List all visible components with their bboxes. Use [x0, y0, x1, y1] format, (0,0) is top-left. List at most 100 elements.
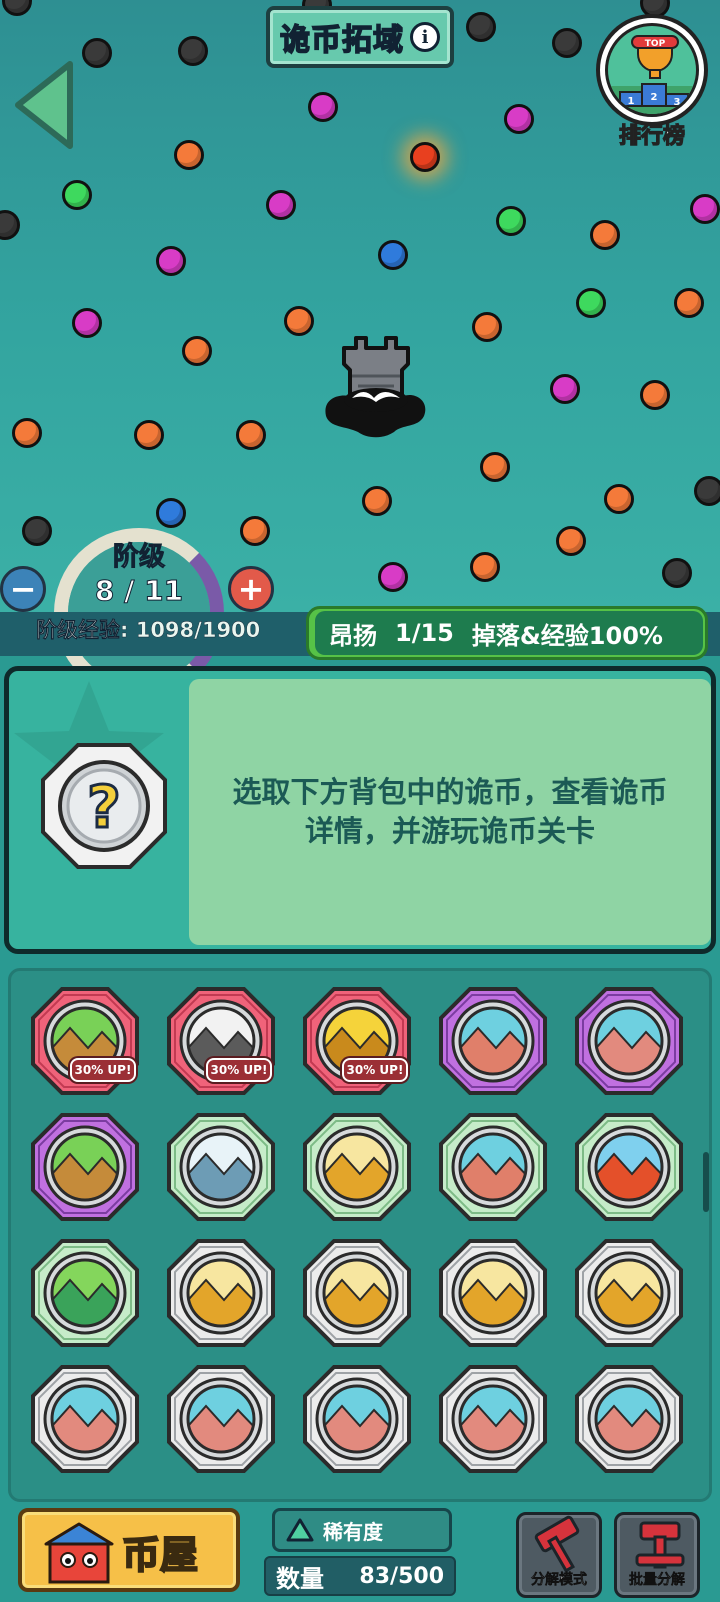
- coin-slot-pyramids[interactable]: [302, 1238, 412, 1348]
- coin-dot: [472, 312, 502, 342]
- info-icon[interactable]: i: [410, 22, 440, 52]
- coin-dot: [590, 220, 620, 250]
- coin-dot: [2, 0, 32, 16]
- glowing-coin-dot: [410, 142, 440, 172]
- coin-slot-wall-ruins[interactable]: [438, 1364, 548, 1474]
- wall-ruins-icon: [303, 1365, 411, 1473]
- coin-dot: [552, 28, 582, 58]
- coin-detail-panel: ? 选取下方背包中的诡币，查看诡币详情，并游玩诡币关卡: [4, 666, 716, 954]
- status-bonus: 掉落&经验100%: [471, 621, 663, 650]
- coin-slot-harvester[interactable]: [30, 1238, 140, 1348]
- castle-tower-icon: [439, 987, 547, 1095]
- leaderboard-label: 排行榜: [618, 123, 685, 149]
- coin-dot: [662, 558, 692, 588]
- pyramids-icon: [575, 1239, 683, 1347]
- quantity-value: 83/500: [359, 1563, 444, 1589]
- coin-dot: [378, 562, 408, 592]
- coin-dot: [156, 246, 186, 276]
- coin-dot: [640, 380, 670, 410]
- leaderboard-button[interactable]: TOP 1 2 3 排行榜: [592, 14, 712, 150]
- coin-dot: [240, 516, 270, 546]
- coin-dot: [174, 140, 204, 170]
- coin-dot: [504, 104, 534, 134]
- coin-slot-snow-mountain[interactable]: [166, 1112, 276, 1222]
- coin-dot: [480, 452, 510, 482]
- inventory-scrollbar[interactable]: [703, 1152, 709, 1212]
- stage-increase-button[interactable]: +: [228, 566, 274, 612]
- coin-house-button[interactable]: 币屋: [18, 1508, 240, 1592]
- coin-slot-pyramids[interactable]: [302, 1112, 412, 1222]
- coin-dot: [156, 498, 186, 528]
- coin-slot-castle-tower[interactable]: [438, 1112, 548, 1222]
- volcano-icon: [575, 1113, 683, 1221]
- coin-dot: [466, 12, 496, 42]
- stage-experience: 阶级经验: 1098/1900: [36, 618, 261, 642]
- castle-tower-icon: [439, 1113, 547, 1221]
- decompose-mode-button[interactable]: 分解模式: [516, 1512, 602, 1598]
- coin-dot: [378, 240, 408, 270]
- coin-slot-wall-ruins[interactable]: [574, 1364, 684, 1474]
- svg-text:2: 2: [651, 92, 658, 103]
- pyramids-icon: [303, 1113, 411, 1221]
- page-title: 诡币拓域: [279, 22, 404, 59]
- coin-slot-wall-ruins[interactable]: [574, 986, 684, 1096]
- coin-house-label: 币屋: [121, 1532, 199, 1578]
- stage-value: 8 / 11: [94, 574, 184, 608]
- coin-dot: [556, 526, 586, 556]
- coin-slot-wall-ruins[interactable]: [30, 1364, 140, 1474]
- svg-text:3: 3: [674, 97, 681, 108]
- status-progress: 1/15: [395, 619, 454, 647]
- coin-dot: [266, 190, 296, 220]
- coin-dot: [134, 420, 164, 450]
- coin-slot-temple-gold[interactable]: 30% UP!: [302, 986, 412, 1096]
- coin-dot: [62, 180, 92, 210]
- leaderboard-frame: TOP 1 2 3: [596, 14, 708, 126]
- coin-slot-wall-ruins[interactable]: [302, 1364, 412, 1474]
- status-pill: 昂扬 1/15 掉落&经验100%: [306, 606, 708, 660]
- wall-ruins-icon: [167, 1365, 275, 1473]
- coin-slot-scarecrow[interactable]: [30, 1112, 140, 1222]
- wall-ruins-icon: [31, 1365, 139, 1473]
- stage-gauge: 阶级 8 / 11: [54, 528, 224, 698]
- coin-dot: [236, 420, 266, 450]
- trophy-icon: TOP 1 2 3: [605, 23, 699, 117]
- rarity-sort-button[interactable]: 稀有度: [272, 1508, 452, 1552]
- batch-decompose-button[interactable]: 批量分解: [614, 1512, 700, 1598]
- up-bonus-badge: 30% UP!: [342, 1058, 408, 1082]
- pyramids-icon: [167, 1239, 275, 1347]
- coin-dot: [604, 484, 634, 514]
- coin-dot: [550, 374, 580, 404]
- coin-dot: [182, 336, 212, 366]
- coin-slot-volcano[interactable]: [574, 1112, 684, 1222]
- title-banner: 诡币拓域 i: [266, 6, 454, 68]
- back-arrow-icon[interactable]: [8, 58, 78, 152]
- wall-ruins-icon: [575, 1365, 683, 1473]
- coin-slot-pyramids[interactable]: [438, 1238, 548, 1348]
- wall-ruins-icon: [439, 1365, 547, 1473]
- up-bonus-badge: 30% UP!: [70, 1058, 136, 1082]
- coin-slot-pyramids[interactable]: [574, 1238, 684, 1348]
- coin-slot-scarecrow[interactable]: 30% UP!: [30, 986, 140, 1096]
- decompose-mode-label: 分解模式: [531, 1572, 588, 1589]
- batch-decompose-label: 批量分解: [629, 1572, 686, 1589]
- rarity-label: 稀有度: [323, 1519, 383, 1544]
- coin-dot: [362, 486, 392, 516]
- scarecrow-icon: [31, 1113, 139, 1221]
- stage-decrease-button[interactable]: −: [0, 566, 46, 612]
- batch-hammer-icon: [635, 1521, 685, 1569]
- hammer-icon: [534, 1515, 580, 1573]
- coin-slot-castle-tower[interactable]: [438, 986, 548, 1096]
- coin-detail-hint: 选取下方背包中的诡币，查看诡币详情，并游玩诡币关卡: [232, 774, 668, 848]
- up-bonus-badge: 30% UP!: [206, 1058, 272, 1082]
- coin-dot: [0, 210, 20, 240]
- coin-dot: [12, 418, 42, 448]
- coin-slot-snow-pylon[interactable]: 30% UP!: [166, 986, 276, 1096]
- coin-dot: [72, 308, 102, 338]
- coin-slot-wall-ruins[interactable]: [166, 1364, 276, 1474]
- trophy-badge-text: TOP: [645, 39, 666, 49]
- coin-house-icon: [44, 1522, 114, 1584]
- coin-slot-pyramids[interactable]: [166, 1238, 276, 1348]
- unknown-coin-icon: ?: [41, 743, 167, 869]
- harvester-icon: [31, 1239, 139, 1347]
- coin-dot: [694, 476, 720, 506]
